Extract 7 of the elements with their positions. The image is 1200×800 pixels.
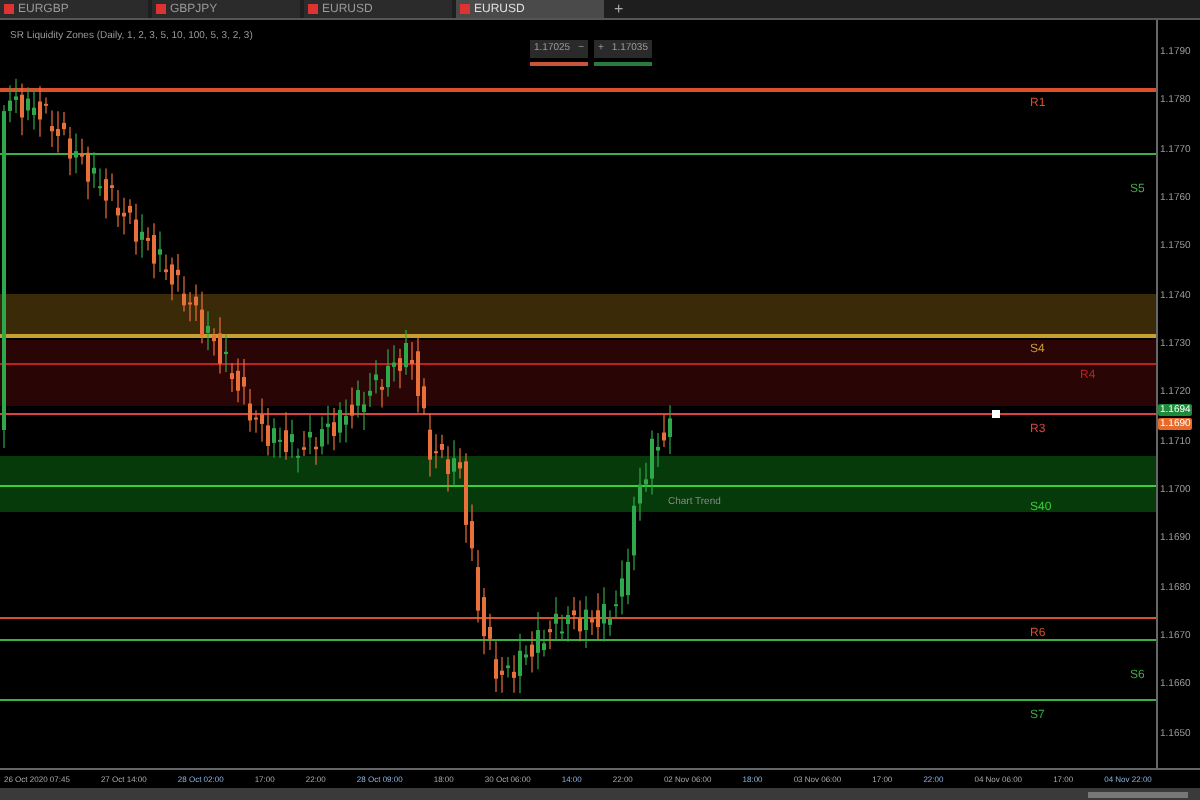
chart-icon — [460, 4, 470, 14]
new-tab-button[interactable]: + — [608, 0, 630, 18]
pointer-icon — [992, 410, 1000, 418]
chart-icon — [156, 4, 166, 14]
scrollbar-thumb[interactable] — [1088, 791, 1188, 797]
chart-icon — [4, 4, 14, 14]
chart-icon — [308, 4, 318, 14]
